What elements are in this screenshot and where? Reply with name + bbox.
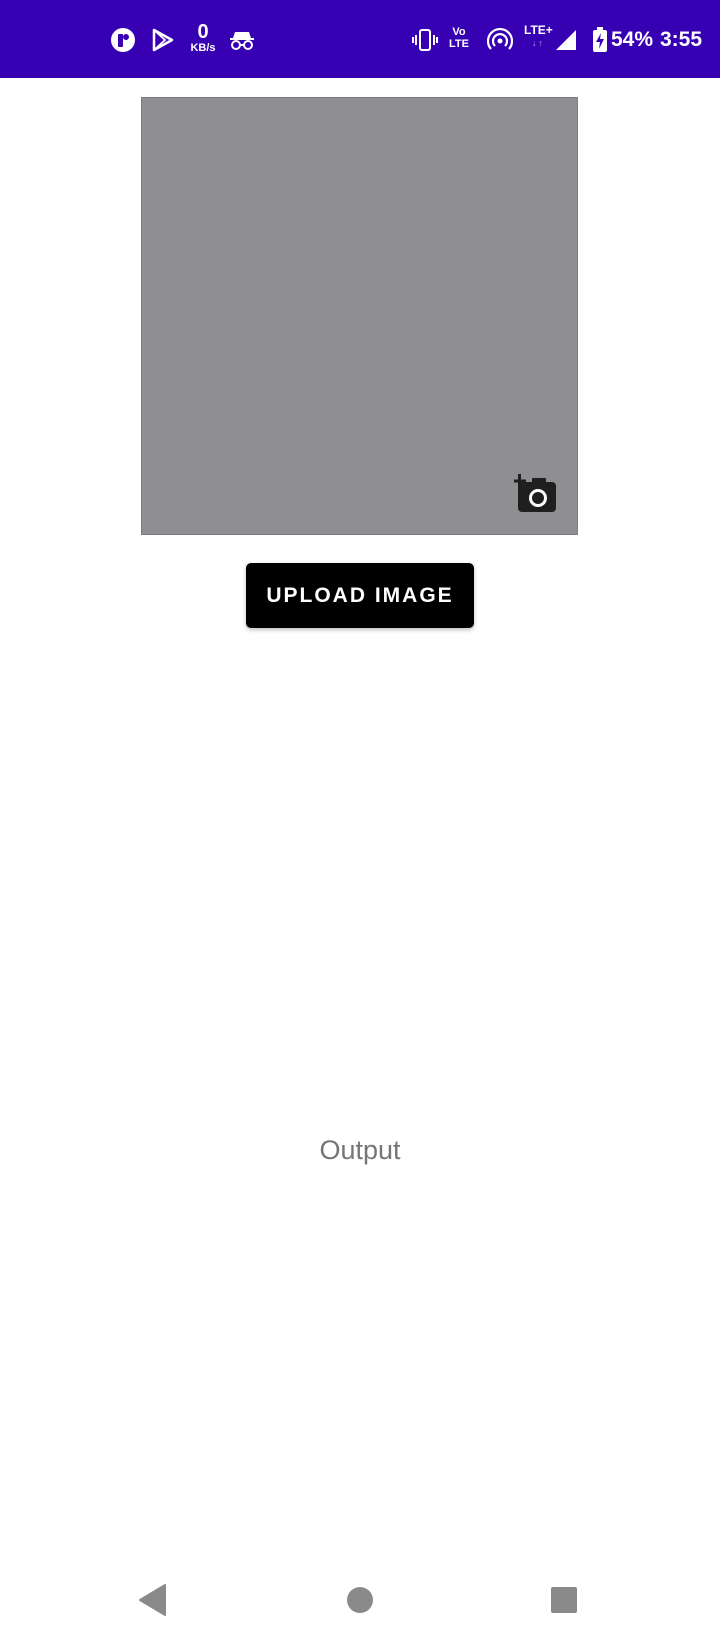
navigation-bar xyxy=(0,1560,720,1640)
app-notification-icon xyxy=(108,22,138,58)
nav-home-button[interactable] xyxy=(338,1578,382,1622)
status-clock: 3:55 xyxy=(660,28,703,51)
data-speed-value: 0 xyxy=(197,21,209,43)
home-icon xyxy=(347,1587,373,1613)
signal-icon xyxy=(553,22,579,58)
upload-image-button[interactable]: UPLOAD IMAGE xyxy=(246,563,474,628)
battery-percent: 54% xyxy=(611,28,654,51)
back-icon xyxy=(139,1584,166,1616)
data-speed-indicator: 0 KB/s xyxy=(186,22,220,54)
volte-line2: LTE xyxy=(449,38,469,50)
app-screen: 0 KB/s Vo LTE LTE+ ↓↑ 54% 3:55 UPLOAD IM… xyxy=(0,0,720,1640)
lte-plus-indicator: LTE+ ↓↑ xyxy=(524,24,553,50)
add-photo-button[interactable] xyxy=(513,474,558,514)
data-speed-unit: KB/s xyxy=(190,42,216,54)
output-text: Output xyxy=(319,1135,401,1165)
nav-back-button[interactable] xyxy=(130,1578,174,1622)
recents-icon xyxy=(551,1587,577,1613)
network-arrows: ↓↑ xyxy=(531,38,545,48)
nav-recents-button[interactable] xyxy=(542,1578,586,1622)
add-a-photo-icon xyxy=(513,474,556,512)
volte-indicator: Vo LTE xyxy=(449,26,469,50)
vibrate-icon xyxy=(411,22,439,58)
hotspot-icon xyxy=(486,22,514,58)
battery-icon xyxy=(591,22,609,58)
volte-line1: Vo xyxy=(452,26,466,38)
status-bar: 0 KB/s Vo LTE LTE+ ↓↑ 54% 3:55 xyxy=(0,0,720,78)
play-store-icon xyxy=(150,22,176,58)
incognito-icon xyxy=(228,22,256,58)
image-preview[interactable] xyxy=(141,97,578,535)
network-type: LTE+ xyxy=(524,23,553,37)
